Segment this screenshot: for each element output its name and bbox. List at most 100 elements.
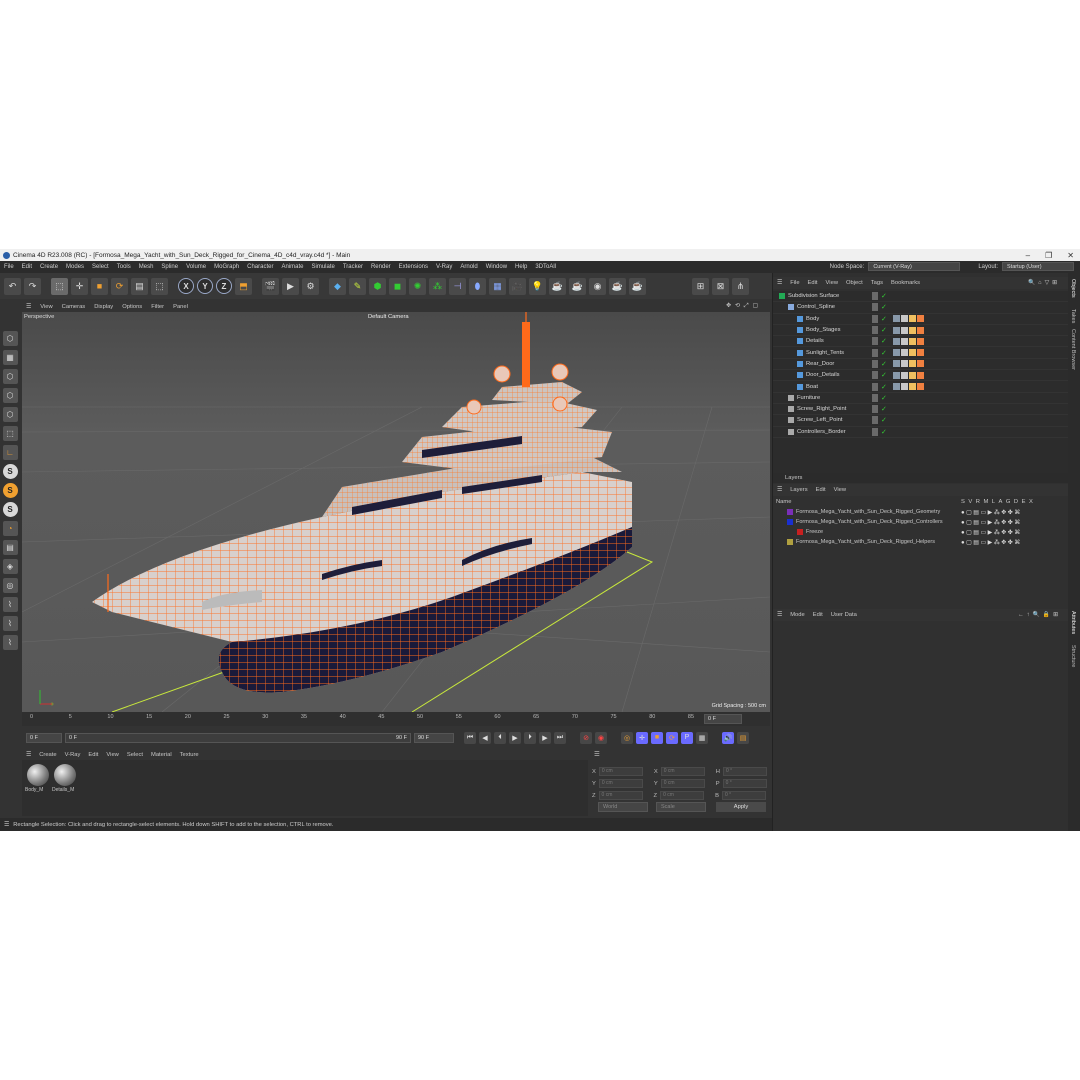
enabled-check-icon[interactable]: ✓ bbox=[881, 416, 893, 424]
menu-character[interactable]: Character bbox=[247, 264, 273, 270]
object-axis-icon[interactable]: ⬚ bbox=[2, 426, 18, 441]
key-pla-icon[interactable]: ▦ bbox=[696, 731, 708, 744]
visibility-toggle[interactable] bbox=[872, 303, 878, 312]
minimize-button[interactable]: – bbox=[1026, 251, 1030, 260]
tweak-icon-1[interactable]: ⌇ bbox=[2, 597, 18, 612]
material-tag-icon[interactable] bbox=[893, 360, 900, 368]
object-row[interactable]: Screw_Right_Point ✓ bbox=[773, 404, 1069, 416]
vp-menu-display[interactable]: Display bbox=[94, 304, 113, 310]
floor-icon[interactable]: ▦ bbox=[489, 277, 506, 295]
layer-row[interactable]: Formosa_Mega_Yacht_with_Sun_Deck_Rigged_… bbox=[773, 537, 1069, 547]
layer-stack-icon[interactable]: ◈ bbox=[2, 559, 18, 574]
enabled-check-icon[interactable]: ✓ bbox=[881, 394, 893, 402]
coord-mode-dropdown[interactable]: World bbox=[598, 802, 648, 812]
material-tag-icon[interactable] bbox=[909, 383, 916, 391]
pos-z-field[interactable]: 0 cm bbox=[598, 791, 643, 800]
object-row[interactable]: Sunlight_Tents ✓ bbox=[773, 347, 1069, 359]
tweak-icon-3[interactable]: ⌇ bbox=[2, 635, 18, 650]
object-row[interactable]: Boat ✓ bbox=[773, 381, 1069, 393]
menu-window[interactable]: Window bbox=[486, 264, 507, 270]
material-tag-icon[interactable] bbox=[909, 315, 916, 323]
attr-menu-user-data[interactable]: User Data bbox=[831, 612, 857, 618]
layer-color-swatch[interactable] bbox=[787, 539, 793, 545]
snap-icon[interactable]: ⊠ bbox=[712, 277, 729, 295]
visibility-toggle[interactable] bbox=[872, 405, 878, 414]
material-tag-icon[interactable] bbox=[917, 326, 924, 334]
start-frame-field[interactable]: 0 F bbox=[26, 732, 62, 743]
menu-vray[interactable]: V-Ray bbox=[436, 264, 452, 270]
object-list[interactable]: Subdivision Surface ✓ Control_Spline ✓ Body ✓… bbox=[773, 291, 1069, 473]
model-mode-icon[interactable]: ⬡ bbox=[2, 331, 18, 346]
menu-mograph[interactable]: MoGraph bbox=[214, 264, 239, 270]
layout-dropdown[interactable]: Startup (User) bbox=[1002, 262, 1074, 271]
scale-icon[interactable]: ■ bbox=[91, 277, 108, 295]
enabled-check-icon[interactable]: ✓ bbox=[881, 292, 893, 300]
3d-viewport[interactable]: Perspective Default Camera Grid Spacing … bbox=[22, 312, 770, 712]
material-tag-icon[interactable] bbox=[901, 315, 908, 323]
tab-attributes[interactable]: Attributes bbox=[1070, 611, 1076, 634]
prev-key-icon[interactable]: ◀ bbox=[479, 731, 491, 744]
tab-takes[interactable]: Takes bbox=[1070, 309, 1076, 323]
axis-z-toggle[interactable]: Z bbox=[216, 278, 232, 294]
material-tag-icon[interactable] bbox=[893, 326, 900, 334]
enabled-check-icon[interactable]: ✓ bbox=[881, 349, 893, 357]
mat-menu-edit[interactable]: Edit bbox=[88, 752, 98, 758]
status-menu-icon[interactable]: ☰ bbox=[4, 822, 9, 828]
menu-modes[interactable]: Modes bbox=[66, 264, 84, 270]
menu-tools[interactable]: Tools bbox=[117, 264, 131, 270]
attr-nav-icons[interactable]: ←↑🔍🔒⊞ bbox=[1018, 612, 1061, 618]
material-tag-icon[interactable] bbox=[917, 360, 924, 368]
visibility-toggle[interactable] bbox=[872, 427, 878, 436]
recent-tools-icon[interactable]: ▤ bbox=[131, 277, 148, 295]
material-tag-icon[interactable] bbox=[909, 337, 916, 345]
points-mode-icon[interactable]: ⬡ bbox=[2, 369, 18, 384]
object-row[interactable]: Subdivision Surface ✓ bbox=[773, 291, 1069, 303]
enabled-check-icon[interactable]: ✓ bbox=[881, 303, 893, 311]
timeline-end-field[interactable]: 0 F bbox=[704, 714, 742, 724]
visibility-toggle[interactable] bbox=[872, 382, 878, 391]
tab-objects[interactable]: Objects bbox=[1070, 279, 1076, 298]
snap-s-icon-2[interactable]: S bbox=[2, 483, 18, 498]
attr-menu-mode[interactable]: Mode bbox=[790, 612, 805, 618]
layer-color-swatch[interactable] bbox=[787, 519, 793, 525]
menu-edit[interactable]: Edit bbox=[22, 264, 32, 270]
enabled-check-icon[interactable]: ✓ bbox=[881, 326, 893, 334]
cloner-icon[interactable]: ✺ bbox=[409, 277, 426, 295]
live-selection-icon[interactable]: ⬚ bbox=[51, 277, 68, 295]
material-tag-icon[interactable] bbox=[901, 383, 908, 391]
om-menu-tags[interactable]: Tags bbox=[871, 280, 883, 286]
mat-menu-select[interactable]: Select bbox=[127, 752, 143, 758]
visibility-toggle[interactable] bbox=[872, 393, 878, 402]
layer-flag-icons[interactable]: ●▢▤▭▶⁂✥✤⌘ bbox=[961, 529, 1022, 536]
material-tag-icon[interactable] bbox=[917, 383, 924, 391]
menu-volume[interactable]: Volume bbox=[186, 264, 206, 270]
key-scale-icon[interactable]: ■ bbox=[651, 731, 663, 744]
render-picture-viewer-icon[interactable]: ▶ bbox=[282, 277, 299, 295]
viewport-camera-name[interactable]: Default Camera bbox=[368, 314, 409, 320]
key-rotation-icon[interactable]: ⟳ bbox=[666, 731, 678, 744]
pen-icon[interactable]: ✎ bbox=[349, 277, 366, 295]
menu-animate[interactable]: Animate bbox=[281, 264, 303, 270]
enabled-check-icon[interactable]: ✓ bbox=[881, 405, 893, 413]
pos-x-field[interactable]: 0 cm bbox=[598, 767, 643, 776]
material-tag-icon[interactable] bbox=[917, 349, 924, 357]
visibility-toggle[interactable] bbox=[872, 326, 878, 335]
object-row[interactable]: Control_Spline ✓ bbox=[773, 302, 1069, 314]
keyframe-selection-icon[interactable]: ◎ bbox=[621, 731, 633, 744]
mat-menu-view[interactable]: View bbox=[106, 752, 118, 758]
vp-menu-options[interactable]: Options bbox=[122, 304, 142, 310]
object-row[interactable]: Screw_Left_Point ✓ bbox=[773, 415, 1069, 427]
visibility-toggle[interactable] bbox=[872, 416, 878, 425]
layer-row[interactable]: Formosa_Mega_Yacht_with_Sun_Deck_Rigged_… bbox=[773, 517, 1069, 527]
close-button[interactable]: ✕ bbox=[1067, 251, 1074, 260]
workplane-icon[interactable]: ⊞ bbox=[692, 277, 709, 295]
vp-menu-cameras[interactable]: Cameras bbox=[62, 304, 86, 310]
move-icon[interactable]: ✛ bbox=[71, 277, 88, 295]
material-tag-icon[interactable] bbox=[909, 326, 916, 334]
menu-render[interactable]: Render bbox=[371, 264, 391, 270]
autokey-icon[interactable]: ◉ bbox=[595, 731, 607, 744]
light-icon[interactable]: 💡 bbox=[529, 277, 546, 295]
coord-menu-icon[interactable]: ☰ bbox=[594, 750, 600, 758]
material-tag-icon[interactable] bbox=[917, 315, 924, 323]
om-menu-edit[interactable]: Edit bbox=[808, 280, 818, 286]
